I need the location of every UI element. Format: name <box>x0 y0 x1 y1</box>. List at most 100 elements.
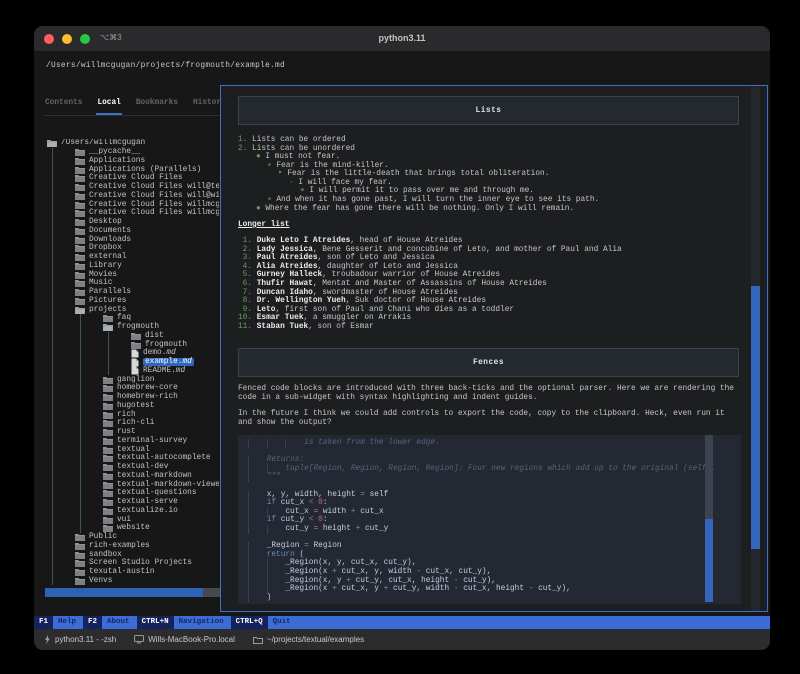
footer-label[interactable]: Help <box>53 616 83 629</box>
tree-item[interactable]: textual-dev <box>34 462 219 472</box>
tree-item[interactable]: Library <box>34 261 219 271</box>
code-block-scrollbar[interactable] <box>705 435 713 602</box>
tree-item[interactable]: ganglion <box>34 375 219 384</box>
tree-item[interactable]: Music <box>34 279 219 288</box>
tree-item[interactable]: rich <box>34 410 219 419</box>
folder-icon <box>75 148 85 157</box>
tree-guide <box>80 524 103 533</box>
tree-item[interactable]: rich-examples <box>34 541 219 551</box>
tree-item-label: hugotest <box>117 401 155 410</box>
markdown-viewer-pane[interactable]: Lists 1. Lists can be ordered 2. Lists ca… <box>220 85 768 612</box>
tab-local[interactable]: Local <box>96 94 122 115</box>
code-token: - <box>416 567 426 576</box>
footer-key-ctrl-n[interactable]: CTRL+N <box>136 616 174 629</box>
tree-guide <box>52 252 75 262</box>
list-item: 5. Gurney Halleck, troubadour warrior of… <box>238 271 501 280</box>
list-marker: 3. <box>238 254 257 263</box>
document-scrollbar[interactable] <box>751 87 760 611</box>
tree-item[interactable]: texutal-austin <box>34 567 219 577</box>
tree-item[interactable]: faq <box>34 314 219 323</box>
footer-key-f1[interactable]: F1 <box>34 616 54 629</box>
tree-item[interactable]: Parallels <box>34 287 219 297</box>
bullet-marker: ✶ <box>300 187 310 196</box>
code-token: self <box>369 490 389 499</box>
tree-item[interactable]: Dropbox <box>34 244 219 253</box>
tree-item[interactable]: Pictures <box>34 296 219 306</box>
tree-item[interactable]: frogmouth <box>34 322 219 332</box>
tree-item[interactable]: textual <box>34 445 219 454</box>
code-line: _Region(x + cut_x, y, width - cut_x, cut… <box>248 567 741 577</box>
tree-item[interactable]: textual-markdown-viewer <box>34 480 219 489</box>
tab-bookmarks[interactable]: Bookmarks <box>135 94 179 115</box>
list-item: · I will face my fear. <box>289 178 392 187</box>
tree-item[interactable]: Creative Cloud Files will@willm <box>34 191 219 201</box>
tree-item[interactable]: projects <box>34 305 219 314</box>
folder-icon <box>131 341 141 349</box>
code-block-scrollbar-thumb[interactable] <box>705 519 713 602</box>
tree-item[interactable]: homebrew-rich <box>34 392 219 402</box>
code-token: return <box>266 550 300 559</box>
tree-item[interactable]: textual-questions <box>34 489 219 498</box>
tree-item-label: textual <box>117 445 150 454</box>
folder-icon <box>103 481 113 489</box>
tree-item[interactable]: Public <box>34 532 219 542</box>
tree-item[interactable]: Creative Cloud Files willmcguga <box>34 209 219 218</box>
tab-contents[interactable]: Contents <box>44 94 83 115</box>
tree-item[interactable]: dist <box>34 331 219 341</box>
tree-item[interactable]: Documents <box>34 226 219 236</box>
indent-guide <box>266 585 286 594</box>
tree-item[interactable]: /Users/willmcgugan <box>34 139 219 148</box>
tree-item[interactable]: hugotest <box>34 401 219 411</box>
tree-item[interactable]: Applications (Parallels) <box>34 165 219 174</box>
tree-item[interactable]: Desktop <box>34 217 219 227</box>
tree-item[interactable]: textual-serve <box>34 497 219 507</box>
tree-item[interactable]: terminal-survey <box>34 436 219 446</box>
footer-key-ctrl-q[interactable]: CTRL+Q <box>230 616 268 629</box>
document-scrollbar-thumb[interactable] <box>751 286 760 549</box>
tree-item[interactable]: textual-autocomplete <box>34 454 219 463</box>
tree-guide <box>80 462 103 472</box>
tree-item[interactable]: example.md <box>34 357 219 367</box>
tree-guide <box>52 261 75 271</box>
footer-label[interactable]: About <box>102 616 137 629</box>
footer-label[interactable]: Quit <box>268 616 298 629</box>
tree-guide <box>108 340 131 349</box>
tree-item[interactable]: textualize.io <box>34 506 219 516</box>
tree-item[interactable]: Downloads <box>34 235 219 244</box>
tree-item[interactable]: Movies <box>34 270 219 279</box>
tree-item[interactable]: external <box>34 252 219 262</box>
code-line: Returns: <box>248 456 741 465</box>
window-titlebar[interactable]: ⌥⌘3 python3.11 <box>34 26 770 52</box>
tree-item[interactable]: sandbox <box>34 550 219 559</box>
footer-key-f2[interactable]: F2 <box>83 616 103 629</box>
tree-item[interactable]: Screen Studio Projects <box>34 559 219 568</box>
tree-item[interactable]: homebrew-core <box>34 384 219 393</box>
tree-item[interactable]: demo.md <box>34 349 219 358</box>
tree-item-label: Parallels <box>89 288 132 297</box>
tree-item[interactable]: Creative Cloud Files willmcguga <box>34 200 219 209</box>
tree-item[interactable]: __pycache__ <box>34 147 219 157</box>
tree-item[interactable]: Creative Cloud Files <box>34 174 219 183</box>
code-token: + <box>383 585 394 594</box>
tree-item-label: terminal-survey <box>117 436 188 445</box>
tree-item[interactable]: textual-markdown <box>34 471 219 481</box>
tree-item[interactable]: rust <box>34 427 219 437</box>
tree-item[interactable]: vui <box>34 515 219 524</box>
character-name: Esmar Tuek <box>256 314 304 323</box>
tree-item[interactable]: Applications <box>34 156 219 166</box>
tree-guide <box>80 471 103 481</box>
folder-icon <box>75 183 85 192</box>
tree-item[interactable]: Creative Cloud Files will@textu <box>34 182 219 192</box>
tree-item[interactable]: Venvs <box>34 576 219 586</box>
tree-item[interactable]: frogmouth <box>34 340 219 349</box>
tree-item[interactable]: website <box>34 524 219 533</box>
footer-label[interactable]: Navigation <box>174 616 231 629</box>
tree-item[interactable]: rich-cli <box>34 419 219 428</box>
document-path-input[interactable]: /Users/willmcgugan/projects/frogmouth/ex… <box>46 62 758 74</box>
tree-guide <box>52 489 75 498</box>
tree-scrollbar-thumb[interactable] <box>45 588 203 597</box>
tree-horizontal-scrollbar[interactable] <box>45 588 230 597</box>
file-tree[interactable]: /Users/willmcgugan __pycache__ Application… <box>34 139 219 588</box>
tree-item[interactable]: README.md <box>34 366 219 376</box>
